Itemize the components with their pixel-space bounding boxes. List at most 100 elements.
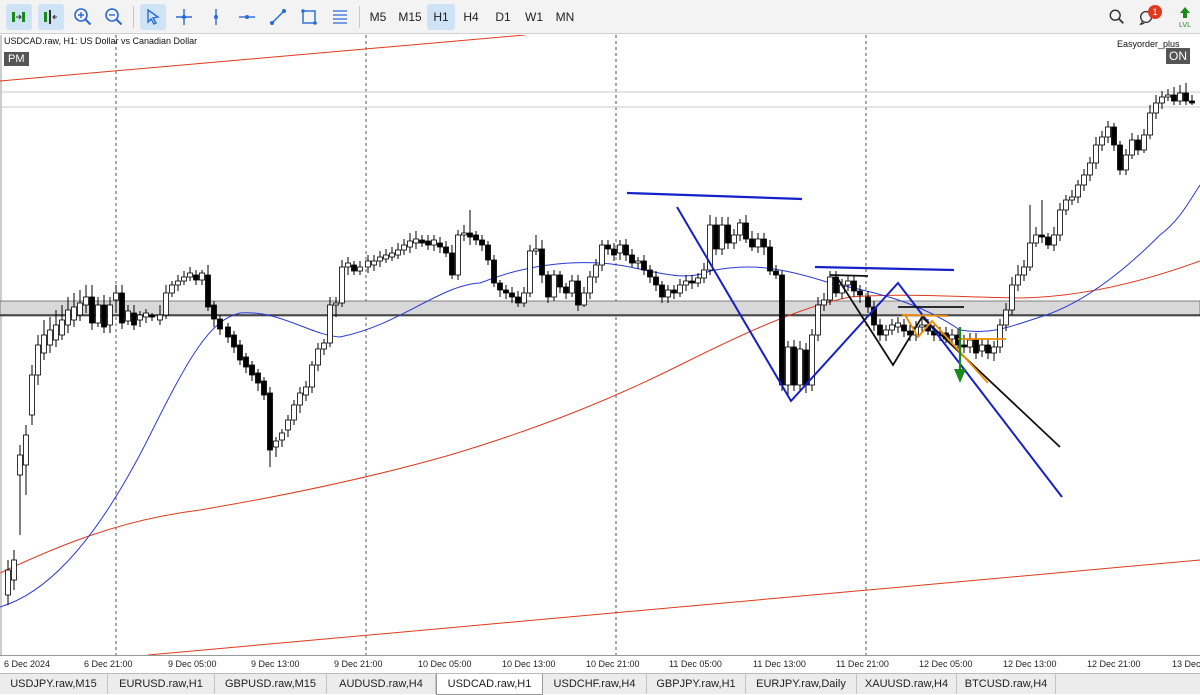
- candle: [23, 434, 29, 466]
- chart-tab[interactable]: GBPJPY.raw,H1: [647, 674, 746, 694]
- candle: [383, 254, 389, 260]
- chart-tab[interactable]: EURUSD.raw,H1: [108, 674, 215, 694]
- candle: [1105, 126, 1111, 138]
- rectangle-icon[interactable]: [296, 4, 322, 30]
- candle: [365, 260, 371, 268]
- timeframe-mn[interactable]: MN: [551, 4, 579, 30]
- candle: [95, 304, 101, 324]
- candle: [1111, 126, 1117, 146]
- candle: [425, 240, 431, 246]
- candle: [261, 380, 267, 396]
- candle: [821, 299, 827, 306]
- chart-tab[interactable]: EURJPY.raw,Daily: [746, 674, 857, 694]
- zoom-in-icon[interactable]: [70, 4, 96, 30]
- chart-tabs: USDJPY.raw,M15 EURUSD.raw,H1 GBPUSD.raw,M1…: [0, 673, 1200, 695]
- horizontal-line-icon[interactable]: [234, 4, 260, 30]
- candle: [689, 280, 695, 284]
- candle: [5, 569, 11, 596]
- time-axis-label: 12 Dec 21:00: [1087, 659, 1141, 669]
- search-icon[interactable]: [1104, 4, 1130, 30]
- zoom-out-icon[interactable]: [101, 4, 127, 30]
- support-zone[interactable]: [0, 300, 1200, 317]
- candle: [671, 289, 677, 294]
- timeframe-w1[interactable]: W1: [520, 4, 548, 30]
- on-toggle-button[interactable]: ON: [1166, 48, 1190, 64]
- candle: [71, 306, 77, 321]
- timeframe-h1[interactable]: H1: [427, 4, 455, 30]
- candle: [169, 284, 175, 294]
- candle: [509, 292, 515, 298]
- timeframe-d1[interactable]: D1: [489, 4, 517, 30]
- candle: [47, 329, 53, 346]
- chart-tab[interactable]: XAUUSD.raw,H4: [857, 674, 957, 694]
- candle: [563, 286, 569, 294]
- candle: [815, 304, 821, 336]
- candle: [187, 272, 193, 278]
- chart-tab[interactable]: GBPUSD.raw,M15: [215, 674, 327, 694]
- autoscroll-icon[interactable]: [6, 4, 32, 30]
- candle: [889, 324, 895, 331]
- vertical-line-icon[interactable]: [203, 4, 229, 30]
- candle: [641, 260, 647, 271]
- fibonacci-icon[interactable]: [327, 4, 353, 30]
- candle: [1135, 139, 1141, 151]
- chart-title: USDCAD.raw, H1: US Dollar vs Canadian Do…: [4, 36, 198, 46]
- time-axis-label: 10 Dec 21:00: [586, 659, 640, 669]
- candle: [647, 269, 653, 278]
- candle: [1183, 92, 1189, 102]
- candle: [749, 238, 755, 248]
- candle: [279, 432, 285, 441]
- price-chart[interactable]: [0, 35, 1200, 655]
- candle: [255, 372, 261, 384]
- candle: [719, 224, 725, 250]
- candle: [593, 264, 599, 278]
- candle: [695, 277, 701, 284]
- candle: [877, 324, 883, 336]
- candle: [437, 242, 443, 248]
- candle: [291, 404, 297, 421]
- cursor-icon[interactable]: [140, 4, 166, 30]
- chart-shift-icon[interactable]: [38, 4, 64, 30]
- signal-level-icon[interactable]: LVL: [1172, 4, 1198, 30]
- candle: [389, 252, 395, 258]
- timeframe-h4[interactable]: H4: [457, 4, 485, 30]
- chart-tab[interactable]: USDJPY.raw,M15: [0, 674, 108, 694]
- candle: [1147, 112, 1153, 136]
- candle: [539, 248, 545, 276]
- lower-channel-line[interactable]: [147, 559, 1200, 655]
- candle: [101, 304, 107, 328]
- pattern-drawings[interactable]: [626, 191, 1063, 498]
- candle: [1141, 134, 1147, 151]
- timeframe-m5[interactable]: M5: [364, 4, 392, 30]
- candle: [785, 346, 791, 386]
- candle: [683, 280, 689, 286]
- chart-tab[interactable]: BTCUSD.raw,H4: [957, 674, 1056, 694]
- candle: [357, 266, 363, 272]
- candle: [143, 312, 149, 318]
- candle: [211, 304, 217, 320]
- chart-tab[interactable]: USDCHF.raw,H4: [543, 674, 647, 694]
- candle: [119, 292, 125, 324]
- timeframe-m15[interactable]: M15: [394, 4, 426, 30]
- candle: [653, 276, 659, 286]
- time-axis-label: 9 Dec 05:00: [168, 659, 217, 669]
- crosshair-icon[interactable]: [171, 4, 197, 30]
- trendline-icon[interactable]: [265, 4, 291, 30]
- candle: [327, 304, 333, 344]
- candle: [285, 419, 291, 431]
- candle: [1021, 266, 1027, 276]
- candle: [205, 274, 211, 308]
- candle: [791, 346, 797, 386]
- candle: [1099, 136, 1105, 146]
- candle: [1027, 242, 1033, 268]
- time-axis-label: 11 Dec 13:00: [753, 659, 806, 669]
- candle: [413, 238, 419, 244]
- chart-tab[interactable]: AUDUSD.raw,H4: [327, 674, 436, 694]
- candle: [243, 356, 249, 368]
- candle: [467, 232, 473, 238]
- candle: [991, 346, 997, 354]
- candle: [125, 310, 131, 322]
- chart-tab[interactable]: USDCAD.raw,H1: [436, 674, 543, 695]
- candle: [767, 246, 773, 272]
- candle: [701, 269, 707, 279]
